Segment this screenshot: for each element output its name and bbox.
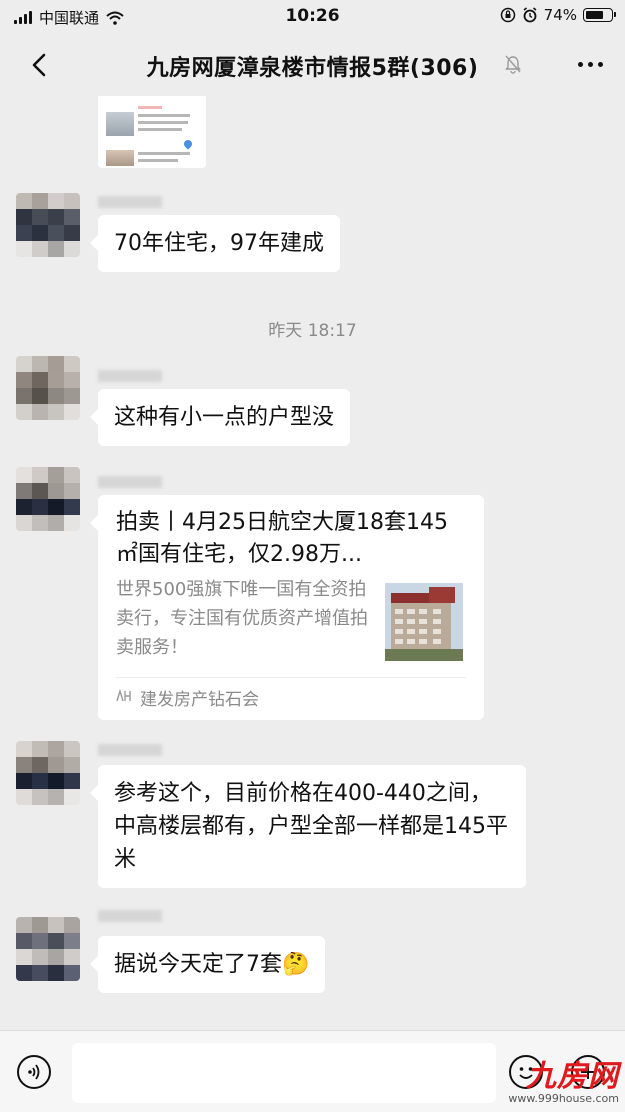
sender-name <box>98 370 162 382</box>
message-text: 据说今天定了7套 <box>114 952 282 977</box>
message-input[interactable] <box>72 1043 496 1103</box>
link-title: 拍卖丨4月25日航空大厦18套145㎡国有住宅，仅2.98万... <box>116 510 448 567</box>
avatar[interactable] <box>16 917 80 981</box>
message-bubble[interactable]: 70年住宅，97年建成 <box>90 215 340 272</box>
avatar[interactable] <box>16 193 80 257</box>
sender-name <box>98 744 162 756</box>
card-thumbnail <box>106 150 134 166</box>
source-logo-icon <box>116 689 131 702</box>
avatar[interactable] <box>16 467 80 531</box>
battery-percent: 74% <box>543 6 577 24</box>
location-pin-icon <box>182 138 194 150</box>
avatar[interactable] <box>16 356 80 420</box>
link-thumbnail <box>385 583 463 661</box>
thinking-emoji: 🤔 <box>282 952 310 977</box>
message-text: 这种有小一点的户型没 <box>114 405 335 430</box>
link-description: 世界500强旗下唯一国有全资拍卖行，专注国有优质资产增值拍卖服务！ <box>116 579 368 658</box>
watermark-url: www.999house.com <box>508 1092 619 1105</box>
message-text: 参考这个，目前价格在400-440之间，中高楼层都有，户型全部一样都是145平米 <box>114 781 508 872</box>
message-bubble[interactable]: 参考这个，目前价格在400-440之间，中高楼层都有，户型全部一样都是145平米 <box>90 765 526 888</box>
watermark: 九房网 www.999house.com <box>508 1059 619 1106</box>
message-text: 70年住宅，97年建成 <box>114 231 324 256</box>
battery-icon <box>583 8 616 22</box>
time-separator: 昨天 18:17 <box>268 321 357 341</box>
mute-icon <box>505 55 521 74</box>
chat-title: 九房网厦漳泉楼市情报5群(306) <box>146 56 479 81</box>
status-bar: 中国联通 10:26 74% <box>0 0 625 34</box>
link-card[interactable]: 拍卖丨4月25日航空大厦18套145㎡国有住宅，仅2.98万... 世界500强… <box>90 495 484 720</box>
message-bubble[interactable]: 据说今天定了7套🤔 <box>89 936 326 993</box>
sender-name <box>98 476 162 488</box>
alarm-icon <box>523 7 537 23</box>
sender-name <box>98 910 162 922</box>
chat-header: 九房网厦漳泉楼市情报5群(306) <box>0 34 625 96</box>
avatar[interactable] <box>16 741 80 805</box>
watermark-logo: 九房网 <box>526 1059 619 1094</box>
more-options-icon[interactable] <box>578 62 603 67</box>
voice-icon[interactable] <box>17 1055 51 1089</box>
link-source: 建发房产钻石会 <box>140 690 259 710</box>
divider <box>116 677 466 678</box>
rotation-lock-icon <box>500 7 515 23</box>
message-bubble[interactable]: 这种有小一点的户型没 <box>89 389 351 446</box>
sender-name <box>98 196 162 208</box>
card-thumbnail <box>106 112 134 136</box>
shared-card-preview[interactable] <box>98 96 206 168</box>
